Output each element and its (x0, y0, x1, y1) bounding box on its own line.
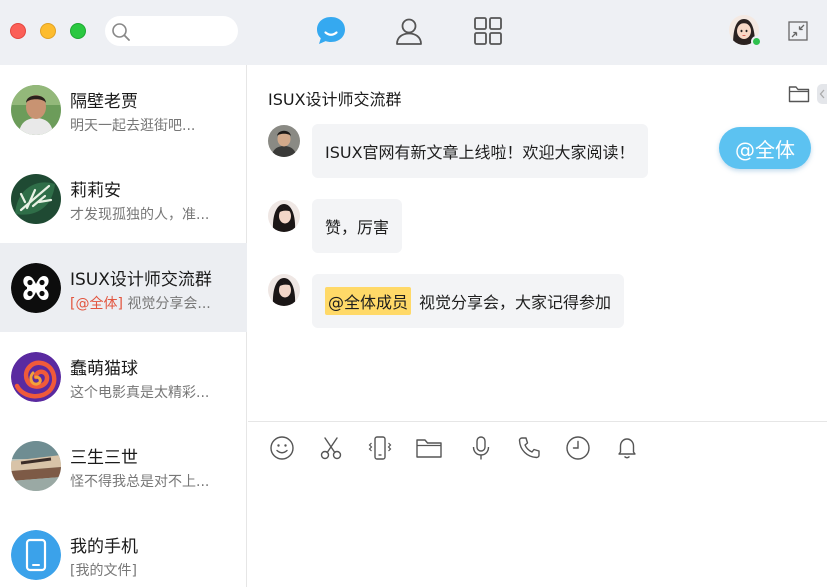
conversation-list: 隔壁老贾 明天一起去逛街吧... 莉莉安 才发现孤独的人，准... ISUX设计… (0, 65, 247, 587)
conversation-name: ISUX设计师交流群 (70, 270, 212, 290)
chevron-left-icon (819, 89, 825, 99)
conversation-preview: [我的文件] (70, 560, 240, 580)
blurry-photo-avatar (11, 441, 61, 491)
message-bubble: @全体成员 视觉分享会，大家记得参加 (312, 274, 625, 328)
phone-icon (518, 437, 540, 459)
spiral-avatar (11, 352, 61, 402)
sender-avatar[interactable] (268, 200, 300, 232)
isux-logo-avatar (11, 263, 61, 313)
sender-avatar[interactable] (268, 125, 300, 157)
voice-call-button[interactable] (515, 434, 543, 462)
chat-header: ISUX设计师交流群 (248, 65, 827, 125)
message-bubble: 赞，厉害 (312, 199, 403, 253)
nav-apps-tab[interactable] (471, 14, 505, 48)
woman-avatar-icon (268, 274, 300, 306)
message-bubble: ISUX官网有新文章上线啦！欢迎大家阅读！ (312, 124, 648, 178)
grid-icon (474, 17, 502, 45)
emoji-button[interactable] (268, 434, 296, 462)
phone-avatar (11, 530, 61, 580)
folder-icon (416, 439, 442, 458)
message-composer (248, 421, 827, 587)
conversation-name: 我的手机 (70, 537, 138, 557)
preview-text: 才发现孤独的人，准... (70, 207, 210, 223)
side-panel-toggle[interactable] (817, 84, 827, 104)
shake-button[interactable] (366, 434, 394, 462)
emoji-icon (270, 436, 294, 460)
search-input[interactable] (137, 22, 232, 40)
mention-tag: [@全体] (70, 296, 123, 312)
shrink-arrows-icon (788, 21, 808, 41)
history-button[interactable] (564, 434, 592, 462)
online-status-dot (751, 36, 762, 47)
mention-highlight[interactable]: @全体成员 (325, 287, 412, 315)
nav-contacts-tab[interactable] (392, 14, 426, 48)
conversation-preview: [@全体] 视觉分享会... (70, 293, 240, 313)
minimize-window-button[interactable] (40, 23, 56, 39)
conversation-name: 三生三世 (70, 448, 138, 468)
folder-icon (788, 86, 810, 103)
clock-icon (566, 436, 590, 460)
preview-text: 视觉分享会... (122, 296, 211, 312)
conversation-preview: 才发现孤独的人，准... (70, 204, 240, 224)
preview-text: 明天一起去逛街吧... (70, 118, 196, 134)
message-text: 赞，厉害 (325, 218, 390, 237)
close-window-button[interactable] (10, 23, 26, 39)
preview-text: 怪不得我总是对不上... (70, 474, 210, 490)
scissors-icon (320, 437, 342, 460)
microphone-icon (472, 436, 490, 460)
conversation-item[interactable]: 莉莉安 才发现孤独的人，准... (0, 154, 247, 243)
chat-bubble-icon (317, 17, 345, 44)
conversation-preview: 明天一起去逛街吧... (70, 115, 240, 135)
bell-icon (618, 438, 636, 459)
preview-text: [我的文件] (70, 563, 137, 579)
shake-icon (368, 436, 392, 460)
preview-text: 这个电影真是太精彩... (70, 385, 210, 401)
search-box[interactable] (105, 16, 238, 46)
woman-avatar-icon (268, 200, 300, 232)
screenshot-button[interactable] (317, 434, 345, 462)
shrink-window-button[interactable] (788, 21, 808, 41)
nav-chat-tab[interactable] (314, 14, 348, 48)
conversation-item[interactable]: 蠢萌猫球 这个电影真是太精彩... (0, 332, 247, 421)
at-all-button[interactable]: @全体 (719, 127, 811, 169)
voice-message-button[interactable] (467, 434, 495, 462)
message-input[interactable] (262, 474, 812, 579)
conversation-item[interactable]: 三生三世 怪不得我总是对不上... (0, 421, 247, 510)
conversation-name: 隔壁老贾 (70, 92, 138, 112)
conversation-preview: 怪不得我总是对不上... (70, 471, 240, 491)
top-bar (0, 0, 827, 65)
conversation-item[interactable]: 我的手机 [我的文件] (0, 510, 247, 587)
sender-avatar[interactable] (268, 274, 300, 306)
group-files-button[interactable] (788, 85, 810, 103)
conversation-preview: 这个电影真是太精彩... (70, 382, 240, 402)
man-photo-avatar (11, 85, 61, 135)
person-icon (396, 18, 422, 45)
conversation-name: 蠢萌猫球 (70, 359, 138, 379)
reminder-button[interactable] (613, 434, 641, 462)
zoom-window-button[interactable] (70, 23, 86, 39)
message-text: 视觉分享会，大家记得参加 (419, 293, 612, 312)
leaf-avatar (11, 174, 61, 224)
conversation-item[interactable]: 隔壁老贾 明天一起去逛街吧... (0, 65, 247, 154)
search-icon (112, 23, 130, 41)
conversation-name: 莉莉安 (70, 181, 121, 201)
send-file-button[interactable] (415, 434, 443, 462)
man-avatar-icon (268, 125, 300, 157)
message-text: ISUX官网有新文章上线啦！欢迎大家阅读！ (325, 143, 635, 162)
self-avatar[interactable] (729, 15, 762, 47)
conversation-item[interactable]: ISUX设计师交流群 [@全体] 视觉分享会... (0, 243, 247, 332)
chat-title: ISUX设计师交流群 (268, 90, 402, 109)
